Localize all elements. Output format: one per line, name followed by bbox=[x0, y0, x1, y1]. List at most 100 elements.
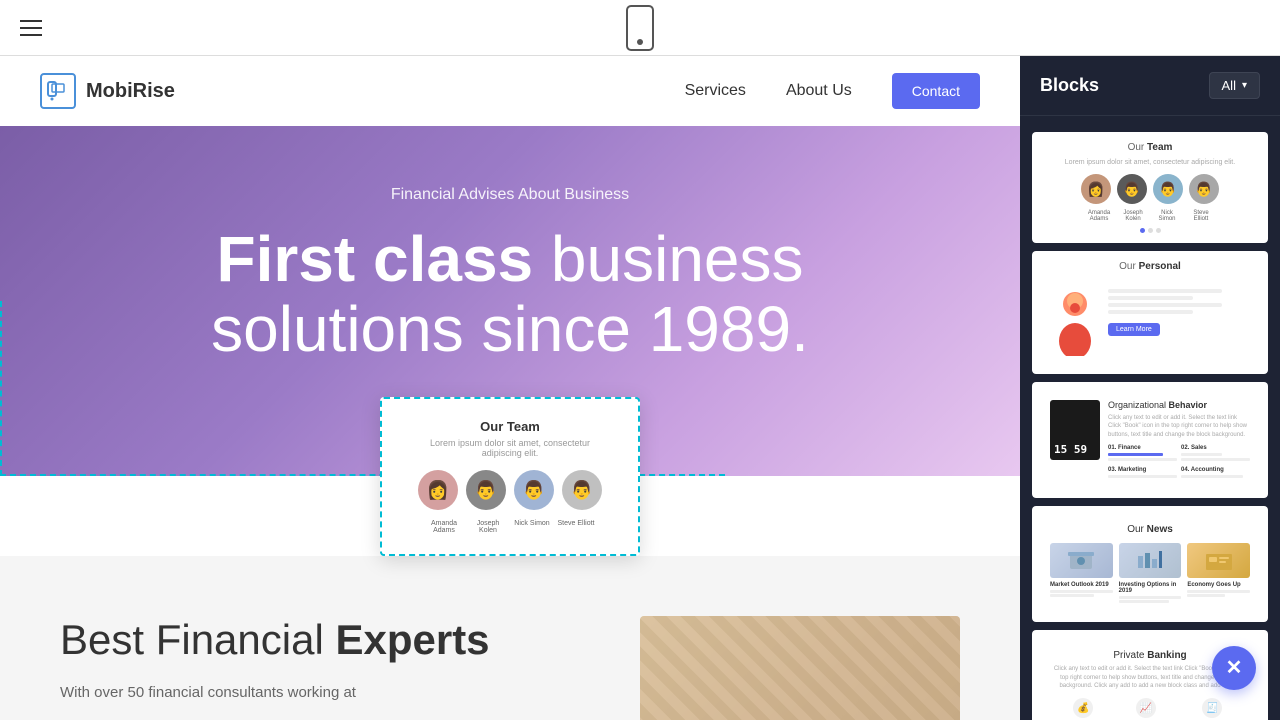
content-section: Best Financial Experts With over 50 fina… bbox=[0, 556, 1020, 720]
personal-lines bbox=[1108, 289, 1250, 314]
team-avatars: 👩 👨 👨 👨 bbox=[412, 470, 608, 510]
close-icon: ✕ bbox=[1226, 658, 1243, 678]
panel-filter-button[interactable]: All ▾ bbox=[1209, 72, 1260, 99]
nav-cta-button[interactable]: Contact bbox=[892, 73, 980, 109]
org-item-line-1 bbox=[1108, 453, 1163, 456]
org-item-sales: 02. Sales bbox=[1181, 445, 1250, 463]
content-image bbox=[640, 616, 960, 720]
card-name-3: Nick Simon bbox=[1152, 210, 1182, 222]
news-img-1 bbox=[1050, 543, 1113, 578]
card-name-4: Steve Elliott bbox=[1186, 210, 1216, 222]
card-avatar-2: 👨 bbox=[1117, 174, 1147, 204]
site-logo: MobiRise bbox=[40, 73, 175, 109]
news-line-3 bbox=[1119, 596, 1182, 599]
banking-icon-finance: 💰 Finance bbox=[1073, 698, 1094, 720]
org-para: Click any text to edit or add it. Select… bbox=[1108, 414, 1250, 439]
avatar-2: 👨 bbox=[466, 470, 506, 510]
personal-line-3 bbox=[1108, 303, 1222, 307]
content-grid: Best Financial Experts With over 50 fina… bbox=[60, 616, 960, 720]
news-line-6 bbox=[1187, 594, 1225, 597]
nav-link-services[interactable]: Services bbox=[685, 82, 746, 100]
news-title-2: Investing Options in 2019 bbox=[1119, 582, 1182, 594]
content-paragraph: With over 50 financial consultants worki… bbox=[60, 680, 580, 706]
personal-learn-more-button[interactable]: Learn More bbox=[1108, 323, 1160, 336]
panel-title: Blocks bbox=[1040, 75, 1099, 96]
org-item-line-5 bbox=[1108, 475, 1177, 478]
hero-subtitle: Financial Advises About Business bbox=[60, 186, 960, 204]
dot-2 bbox=[1148, 228, 1153, 233]
member-name-3: Nick Simon bbox=[512, 520, 552, 534]
member-name-2: Joseph Kolen bbox=[468, 520, 508, 534]
member-name-4: Steve Elliott bbox=[556, 520, 596, 534]
team-overlay-block[interactable]: Our Team Lorem ipsum dolor sit amet, con… bbox=[380, 397, 640, 556]
org-item-marketing: 03. Marketing bbox=[1108, 467, 1177, 480]
personal-text-content: Learn More bbox=[1108, 286, 1250, 356]
panel-filter-label: All bbox=[1222, 78, 1236, 93]
panel-scroll[interactable]: Our Team Lorem ipsum dolor sit amet, con… bbox=[1020, 116, 1280, 720]
hamburger-menu[interactable] bbox=[20, 20, 42, 36]
accounting-icon: 🧾 bbox=[1202, 698, 1222, 718]
news-item-3: Economy Goes Up bbox=[1187, 543, 1250, 604]
org-clock-text: 15 59 bbox=[1054, 443, 1087, 456]
block-card-org-behavior[interactable]: 15 59 Organizational Behavior Click any … bbox=[1032, 382, 1268, 498]
banking-icon-sales: 📈 Sales bbox=[1136, 698, 1156, 720]
content-image-texture bbox=[640, 616, 960, 720]
org-item-line-4 bbox=[1181, 458, 1250, 461]
card-our-team-avatars: 👩 👨 👨 👨 bbox=[1042, 174, 1258, 204]
right-panel: Blocks All ▾ Our Team Lorem ipsum dolor … bbox=[1020, 56, 1280, 720]
card-our-team-header: Our Team bbox=[1042, 142, 1258, 153]
news-img-icon-2 bbox=[1135, 546, 1165, 576]
block-card-our-personal[interactable]: Our Personal bbox=[1032, 251, 1268, 374]
avatar-4: 👨 bbox=[562, 470, 602, 510]
news-grid: Market Outlook 2019 bbox=[1050, 543, 1250, 604]
org-title: Organizational Behavior bbox=[1108, 400, 1250, 410]
content-heading: Best Financial Experts bbox=[60, 616, 580, 664]
org-item-label-4: 04. Accounting bbox=[1181, 467, 1250, 473]
news-line-2 bbox=[1050, 594, 1094, 597]
team-names: Amanda Adams Joseph Kolen Nick Simon Ste… bbox=[412, 520, 608, 534]
block-card-our-personal-inner: Our Personal bbox=[1032, 251, 1268, 374]
news-img-icon-1 bbox=[1066, 546, 1096, 576]
close-panel-button[interactable]: ✕ bbox=[1212, 646, 1256, 690]
chevron-down-icon: ▾ bbox=[1242, 80, 1247, 91]
dot-3 bbox=[1156, 228, 1161, 233]
card-our-team-sub: Lorem ipsum dolor sit amet, consectetur … bbox=[1042, 159, 1258, 166]
block-card-our-team[interactable]: Our Team Lorem ipsum dolor sit amet, con… bbox=[1032, 132, 1268, 243]
card-dots bbox=[1042, 228, 1258, 233]
hero-title-normal: business bbox=[551, 223, 804, 295]
website-preview: MobiRise Services About Us Contact Finan… bbox=[0, 56, 1020, 720]
nav-link-about[interactable]: About Us bbox=[786, 82, 852, 100]
block-card-our-news[interactable]: Our News bbox=[1032, 506, 1268, 622]
news-inner: Our News bbox=[1042, 516, 1258, 612]
news-line-1 bbox=[1050, 590, 1113, 593]
personal-line-4 bbox=[1108, 310, 1193, 314]
org-content: Organizational Behavior Click any text t… bbox=[1108, 400, 1250, 480]
personal-line-1 bbox=[1108, 289, 1222, 293]
card-avatar-1: 👩 bbox=[1081, 174, 1111, 204]
hero-section: Financial Advises About Business First c… bbox=[0, 126, 1020, 476]
block-card-org-behavior-inner: 15 59 Organizational Behavior Click any … bbox=[1032, 382, 1268, 498]
news-img-icon-3 bbox=[1204, 546, 1234, 576]
content-heading-normal: Best Financial bbox=[60, 616, 324, 663]
org-inner: 15 59 Organizational Behavior Click any … bbox=[1042, 392, 1258, 488]
card-names-row: Amanda Adams Joseph Kolen Nick Simon Ste… bbox=[1042, 210, 1258, 222]
banking-icon-accounting: 🧾 Accounting bbox=[1197, 698, 1227, 720]
org-item-line-3 bbox=[1181, 453, 1222, 456]
block-card-our-team-inner: Our Team Lorem ipsum dolor sit amet, con… bbox=[1032, 132, 1268, 243]
team-overlay-sub: Lorem ipsum dolor sit amet, consectetur … bbox=[412, 438, 608, 458]
selection-border-left bbox=[0, 301, 2, 476]
news-item-1: Market Outlook 2019 bbox=[1050, 543, 1113, 604]
logo-text: MobiRise bbox=[86, 80, 175, 103]
avatar-3: 👨 bbox=[514, 470, 554, 510]
news-header: Our News bbox=[1050, 524, 1250, 535]
block-card-our-news-inner: Our News bbox=[1032, 506, 1268, 622]
mobile-preview-button[interactable] bbox=[626, 5, 654, 51]
panel-header: Blocks All ▾ bbox=[1020, 56, 1280, 116]
personal-line-2 bbox=[1108, 296, 1193, 300]
card-avatar-4: 👨 bbox=[1189, 174, 1219, 204]
org-grid: 01. Finance 02. Sales bbox=[1108, 445, 1250, 480]
main-area: MobiRise Services About Us Contact Finan… bbox=[0, 56, 1280, 720]
org-item-label-1: 01. Finance bbox=[1108, 445, 1177, 451]
avatar-1: 👩 bbox=[418, 470, 458, 510]
personal-person-icon bbox=[1050, 286, 1100, 356]
